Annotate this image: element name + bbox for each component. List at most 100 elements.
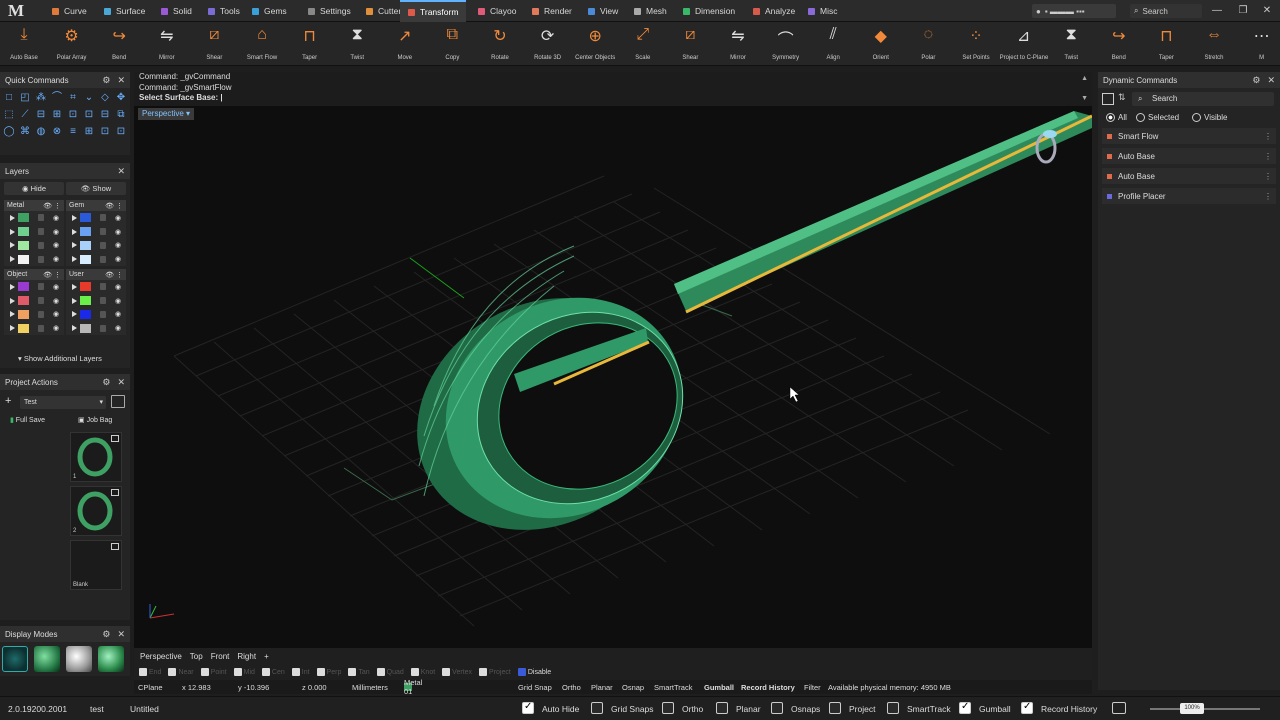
dynamic-command-item[interactable]: Auto Base ⋮ — [1102, 168, 1276, 184]
layer-row[interactable]: ◉ — [66, 308, 126, 322]
studio-mode-icon[interactable] — [66, 646, 92, 672]
dynamic-command-item[interactable]: Auto Base ⋮ — [1102, 148, 1276, 164]
layer-group-header[interactable]: Object 👁 ⋮ — [4, 269, 64, 280]
eye-icon[interactable]: ◉ — [53, 297, 59, 305]
quick-command-icon[interactable]: ⊡ — [115, 126, 127, 138]
status-toggle-checkbox[interactable] — [829, 702, 841, 714]
tab-transform[interactable]: Transform — [400, 0, 467, 22]
view-tab[interactable]: Top — [190, 652, 203, 661]
eye-icon[interactable]: ◉ — [53, 228, 59, 236]
layer-color-swatch[interactable] — [18, 213, 29, 223]
tab-dimension[interactable]: Dimension — [675, 0, 743, 22]
eye-icon[interactable]: ◉ — [115, 310, 121, 318]
tool-move-button[interactable]: ↗ Move — [381, 22, 429, 66]
layer-color-swatch[interactable] — [80, 227, 91, 237]
filter-toggle[interactable]: Filter — [804, 683, 821, 692]
quick-command-icon[interactable]: ⁂ — [35, 92, 47, 104]
scroll-up-icon[interactable]: ▲ — [1081, 74, 1088, 85]
osnap-end[interactable]: End — [139, 668, 161, 676]
tool-polar-array-button[interactable]: ⚙ Polar Array — [48, 22, 96, 66]
gear-icon[interactable]: ⚙ — [102, 377, 110, 388]
filter-selected-radio[interactable]: Selected — [1136, 113, 1179, 122]
quick-command-icon[interactable]: ⌗ — [67, 92, 79, 104]
dynamic-command-item[interactable]: Smart Flow ⋮ — [1102, 128, 1276, 144]
layer-group-controls-icon[interactable]: 👁 ⋮ — [105, 271, 123, 279]
close-icon[interactable]: ✕ — [117, 166, 125, 177]
eye-icon[interactable]: ◉ — [53, 310, 59, 318]
expand-icon[interactable] — [72, 297, 77, 304]
quick-command-icon[interactable]: ◍ — [35, 126, 47, 138]
tool-orient-button[interactable]: ◆ Orient — [857, 22, 905, 66]
tool-bend-button[interactable]: ↪ Bend — [1095, 22, 1143, 66]
eye-icon[interactable]: ◉ — [53, 324, 59, 332]
job-bag-button[interactable]: ▣ Job Bag — [78, 414, 112, 428]
status-toggle-checkbox[interactable] — [662, 702, 674, 714]
quick-command-icon[interactable]: ◯ — [3, 126, 15, 138]
layer-color-swatch[interactable] — [18, 282, 29, 292]
version-thumbnail[interactable]: Blank — [70, 540, 122, 590]
gear-icon[interactable]: ⚙ — [102, 75, 110, 86]
quick-command-icon[interactable]: ⌄ — [83, 92, 95, 104]
close-icon[interactable]: ✕ — [1267, 75, 1275, 86]
quick-command-icon[interactable]: ◇ — [99, 92, 111, 104]
status-toggle-checkbox[interactable] — [959, 701, 971, 714]
layer-row[interactable]: ◉ — [66, 294, 126, 308]
tool-twist-button[interactable]: ⧗ Twist — [333, 22, 381, 66]
settings-icon[interactable] — [1112, 702, 1126, 714]
tab-tools[interactable]: Tools — [200, 0, 248, 22]
units-label[interactable]: Millimeters — [352, 683, 388, 692]
osnap-point[interactable]: Point — [200, 668, 227, 676]
shaded-mode-icon[interactable] — [34, 646, 60, 672]
layer-row[interactable]: ◉ — [4, 280, 64, 294]
eye-icon[interactable]: ◉ — [53, 241, 59, 249]
close-icon[interactable]: ✕ — [1260, 4, 1274, 18]
grid-snap-toggle[interactable]: Grid Snap — [518, 683, 552, 692]
tab-surface[interactable]: Surface — [96, 0, 153, 22]
layer-color-swatch[interactable] — [80, 213, 91, 223]
layer-row[interactable]: ◉ — [4, 239, 64, 253]
filter-visible-radio[interactable]: Visible — [1192, 113, 1227, 122]
more-icon[interactable]: ⋮ — [1264, 192, 1272, 201]
quick-command-icon[interactable]: ⊡ — [99, 126, 111, 138]
cplane-label[interactable]: CPlane — [138, 683, 163, 692]
tab-settings[interactable]: Settings — [300, 0, 359, 22]
viewport-label[interactable]: Perspective ▾ — [138, 108, 195, 120]
quick-command-icon[interactable]: ⬚ — [3, 109, 15, 121]
wireframe-mode-icon[interactable] — [2, 646, 28, 672]
expand-icon[interactable] — [10, 283, 15, 290]
layer-row[interactable]: ◉ — [4, 321, 64, 335]
eye-icon[interactable]: ◉ — [115, 241, 121, 249]
expand-icon[interactable] — [72, 283, 77, 290]
tool-stretch-button[interactable]: ⇔ Stretch — [1190, 22, 1238, 66]
layer-row[interactable]: ◉ — [66, 211, 126, 225]
layer-row[interactable]: ◉ — [4, 308, 64, 322]
layer-group-controls-icon[interactable]: 👁 ⋮ — [43, 271, 61, 279]
layer-color-swatch[interactable] — [80, 296, 91, 306]
layer-color-swatch[interactable] — [80, 282, 91, 292]
tab-mesh[interactable]: Mesh — [626, 0, 675, 22]
lock-icon[interactable] — [100, 310, 106, 318]
lock-icon[interactable] — [38, 241, 44, 249]
eye-icon[interactable]: ◉ — [115, 214, 121, 222]
minimize-icon[interactable]: — — [1210, 4, 1224, 18]
eye-icon[interactable]: ◉ — [53, 214, 59, 222]
lock-icon[interactable] — [38, 283, 44, 291]
osnap-perp[interactable]: Perp — [316, 668, 341, 676]
zoom-slider[interactable] — [1150, 708, 1260, 710]
layer-color-swatch[interactable] — [18, 240, 29, 250]
lock-icon[interactable] — [100, 283, 106, 291]
tool-twist-button[interactable]: ⧗ Twist — [1047, 22, 1095, 66]
folder-icon[interactable] — [111, 395, 125, 408]
tool-polar-button[interactable]: ◌ Polar — [904, 22, 952, 66]
layer-row[interactable]: ◉ — [66, 321, 126, 335]
layer-color-swatch[interactable] — [80, 309, 91, 319]
gear-icon[interactable]: ⚙ — [1252, 75, 1260, 86]
eye-icon[interactable]: ◉ — [115, 228, 121, 236]
version-thumbnail[interactable]: 2 — [70, 486, 122, 536]
tool-auto-base-button[interactable]: ⤓ Auto Base — [0, 22, 48, 66]
layer-row[interactable]: ◉ — [66, 252, 126, 266]
show-button[interactable]: 👁 Show — [66, 182, 126, 195]
view-tab[interactable]: Right — [237, 652, 256, 661]
expand-icon[interactable] — [72, 214, 77, 221]
osnap-int[interactable]: Int — [291, 668, 310, 676]
